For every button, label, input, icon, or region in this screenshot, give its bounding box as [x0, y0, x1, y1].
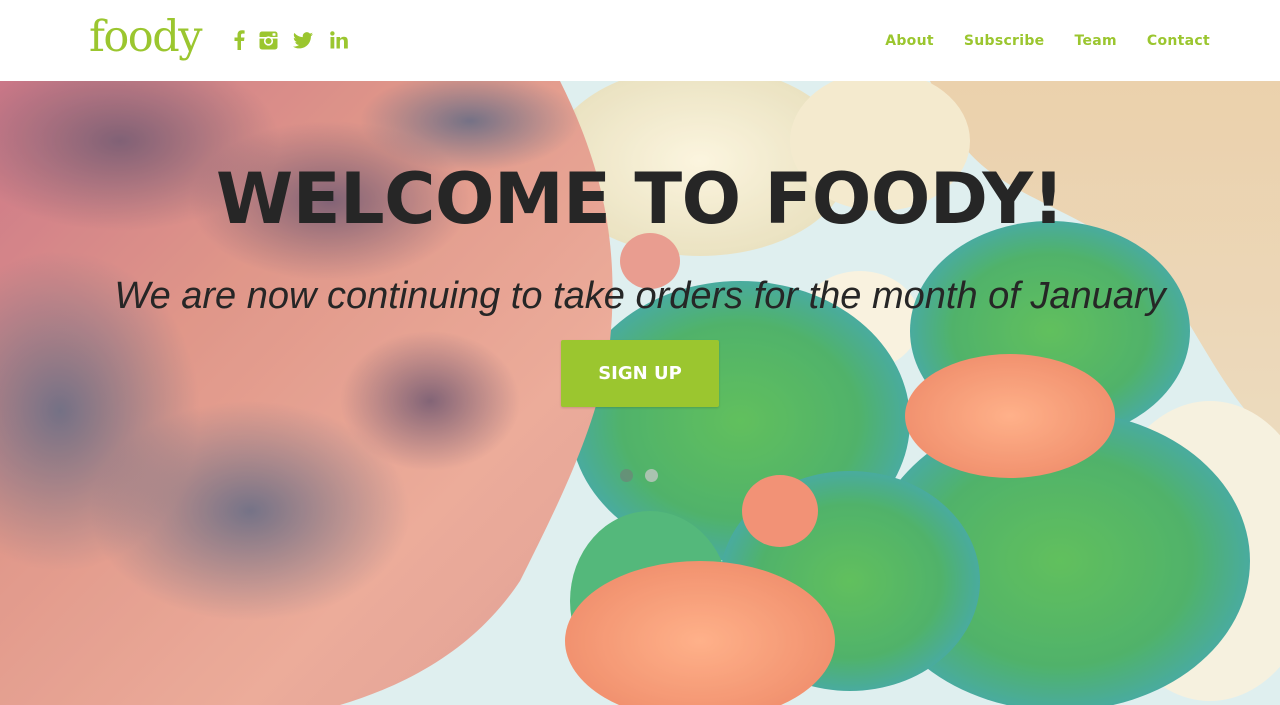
- instagram-icon: [259, 31, 277, 49]
- instagram-link[interactable]: [257, 28, 279, 52]
- hero-carousel: WELCOME TO FOODY! We are now continuing …: [0, 81, 1280, 705]
- linkedin-icon: [330, 31, 348, 49]
- twitter-icon: [293, 31, 313, 48]
- nav-item-about[interactable]: About: [885, 30, 934, 52]
- carousel-dot-1[interactable]: [620, 469, 633, 482]
- sign-up-button[interactable]: SIGN UP: [561, 340, 719, 407]
- facebook-icon: [234, 30, 245, 50]
- hero-title: WELCOME TO FOODY!: [216, 158, 1064, 240]
- nav-item-contact[interactable]: Contact: [1147, 30, 1210, 52]
- nav-item-team[interactable]: Team: [1074, 30, 1116, 52]
- facebook-link[interactable]: [228, 28, 250, 52]
- nav-item-subscribe[interactable]: Subscribe: [964, 30, 1045, 52]
- logo[interactable]: foody: [89, 12, 203, 62]
- linkedin-link[interactable]: [328, 28, 350, 52]
- top-navbar: foody About Subscribe Team Contact: [0, 0, 1280, 81]
- carousel-dot-2[interactable]: [645, 469, 658, 482]
- hero-subtitle: We are now continuing to take orders for…: [114, 275, 1166, 317]
- main-nav: About Subscribe Team Contact: [855, 30, 1210, 52]
- twitter-link[interactable]: [292, 28, 314, 52]
